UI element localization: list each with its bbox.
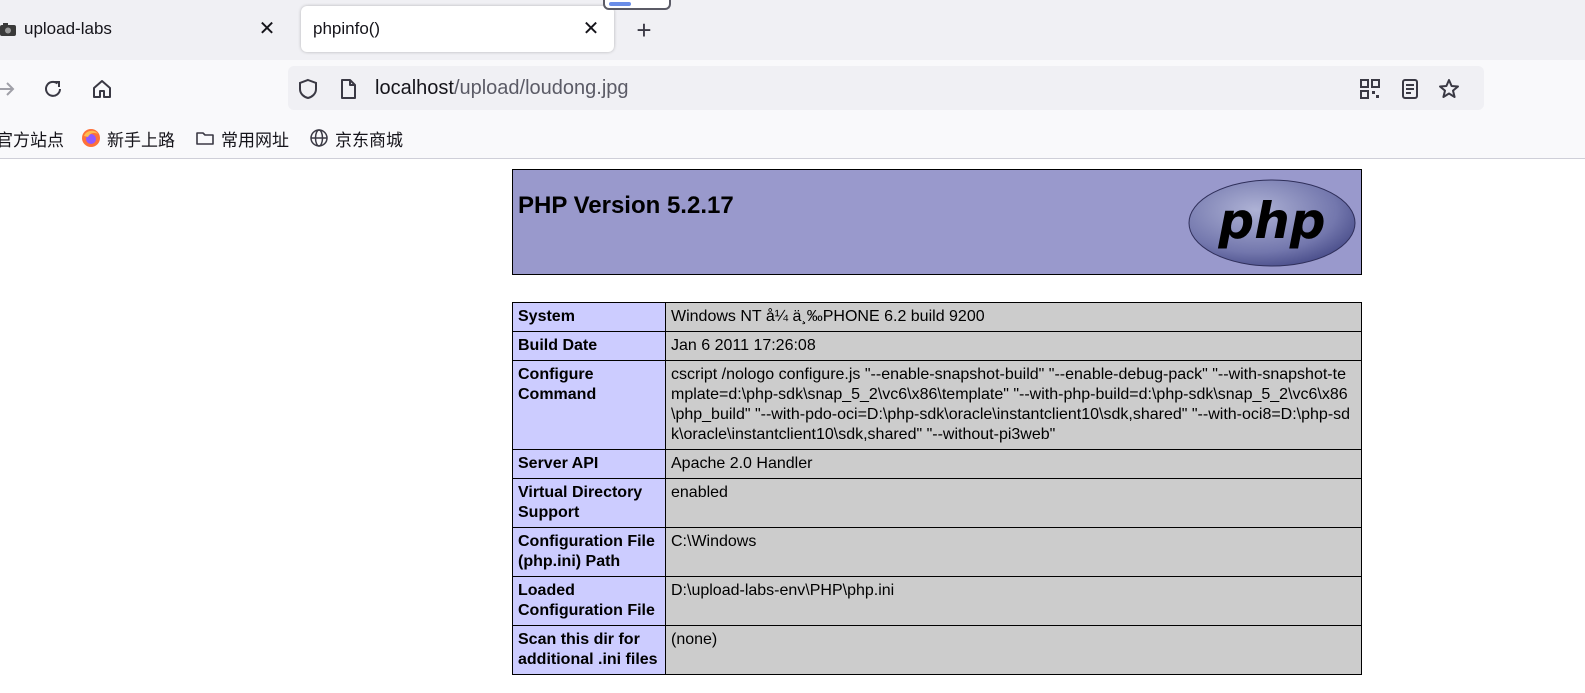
- bookmark-official-site[interactable]: 官方站点: [0, 126, 64, 150]
- tab-upload-labs[interactable]: upload-labs ✕: [0, 6, 290, 52]
- close-tab-icon[interactable]: ✕: [256, 18, 278, 40]
- table-row: System Windows NT å¼ ä¸‰PHONE 6.2 build …: [512, 302, 1362, 332]
- row-value: Windows NT å¼ ä¸‰PHONE 6.2 build 9200: [665, 302, 1362, 332]
- bookmark-common-sites[interactable]: 常用网址: [195, 126, 289, 150]
- firefox-icon: [82, 129, 100, 147]
- bookmark-label: 常用网址: [221, 130, 289, 150]
- forward-button[interactable]: [0, 76, 20, 102]
- table-row: Scan this dir for additional .ini files …: [512, 625, 1362, 675]
- tab-phpinfo[interactable]: phpinfo() ✕: [301, 6, 614, 52]
- row-value: enabled: [665, 478, 1362, 528]
- row-value: C:\Windows: [665, 527, 1362, 577]
- table-row: Build Date Jan 6 2011 17:26:08: [512, 331, 1362, 361]
- bookmark-label: 新手上路: [107, 130, 175, 150]
- row-key: Build Date: [512, 331, 666, 361]
- row-key: System: [512, 302, 666, 332]
- row-key: Loaded Configuration File: [512, 576, 666, 626]
- bookmark-label: 京东商城: [335, 130, 403, 150]
- navigation-toolbar: localhost/upload/loudong.jpg: [0, 60, 1585, 118]
- row-value: Jan 6 2011 17:26:08: [665, 331, 1362, 361]
- tab-strip: upload-labs ✕ phpinfo() ✕ +: [0, 0, 1585, 60]
- row-value: cscript /nologo configure.js "--enable-s…: [665, 360, 1362, 450]
- bookmark-jd-mall[interactable]: 京东商城: [309, 126, 403, 150]
- reader-view-icon[interactable]: [1398, 77, 1422, 101]
- url-path: /upload/loudong.jpg: [453, 77, 629, 99]
- row-value: D:\upload-labs-env\PHP\php.ini: [665, 576, 1362, 626]
- page-title: PHP Version 5.2.17: [518, 192, 734, 219]
- php-logo-text: php: [1217, 192, 1325, 250]
- qr-code-icon[interactable]: [1358, 77, 1382, 101]
- table-row: Server API Apache 2.0 Handler: [512, 449, 1362, 479]
- row-key: Virtual Directory Support: [512, 478, 666, 528]
- table-row: Configuration File (php.ini) Path C:\Win…: [512, 527, 1362, 577]
- bookmark-label: 官方站点: [0, 130, 64, 150]
- row-key: Configuration File (php.ini) Path: [512, 527, 666, 577]
- address-bar[interactable]: localhost/upload/loudong.jpg: [288, 66, 1484, 110]
- table-row: Virtual Directory Support enabled: [512, 478, 1362, 528]
- folder-icon: [196, 132, 214, 145]
- reload-icon: [45, 80, 61, 97]
- tab-drag-indicator: [603, 0, 671, 10]
- row-value: (none): [665, 625, 1362, 675]
- row-key: Scan this dir for additional .ini files: [512, 625, 666, 675]
- new-tab-button[interactable]: +: [630, 16, 658, 44]
- bookmark-getting-started[interactable]: 新手上路: [81, 126, 175, 150]
- page-content: PHP Version 5.2.17 php System Windows NT…: [0, 159, 1585, 693]
- row-value: Apache 2.0 Handler: [665, 449, 1362, 479]
- tab-label: phpinfo(): [313, 19, 381, 38]
- url-text[interactable]: localhost/upload/loudong.jpg: [375, 77, 629, 100]
- app-favicon-icon: [0, 23, 16, 36]
- bookmark-star-icon[interactable]: [1437, 77, 1461, 101]
- url-host: localhost: [375, 77, 454, 99]
- reload-button[interactable]: [40, 76, 66, 102]
- close-tab-icon[interactable]: ✕: [580, 18, 602, 40]
- row-key: Configure Command: [512, 360, 666, 450]
- row-key: Server API: [512, 449, 666, 479]
- globe-icon: [310, 129, 328, 147]
- php-logo[interactable]: php: [1187, 178, 1357, 268]
- home-button[interactable]: [89, 76, 115, 102]
- bookmarks-toolbar: 官方站点 新手上路 常用网址 京东商城: [0, 118, 1585, 159]
- home-icon: [93, 80, 111, 98]
- table-row: Loaded Configuration File D:\upload-labs…: [512, 576, 1362, 626]
- tab-label: upload-labs: [24, 19, 112, 38]
- page-info-icon[interactable]: [336, 77, 360, 101]
- shield-icon[interactable]: [296, 77, 320, 101]
- php-version-header: PHP Version 5.2.17 php: [512, 169, 1362, 275]
- arrow-right-icon: [0, 82, 15, 96]
- table-row: Configure Command cscript /nologo config…: [512, 360, 1362, 450]
- php-info-table: System Windows NT å¼ ä¸‰PHONE 6.2 build …: [512, 302, 1362, 675]
